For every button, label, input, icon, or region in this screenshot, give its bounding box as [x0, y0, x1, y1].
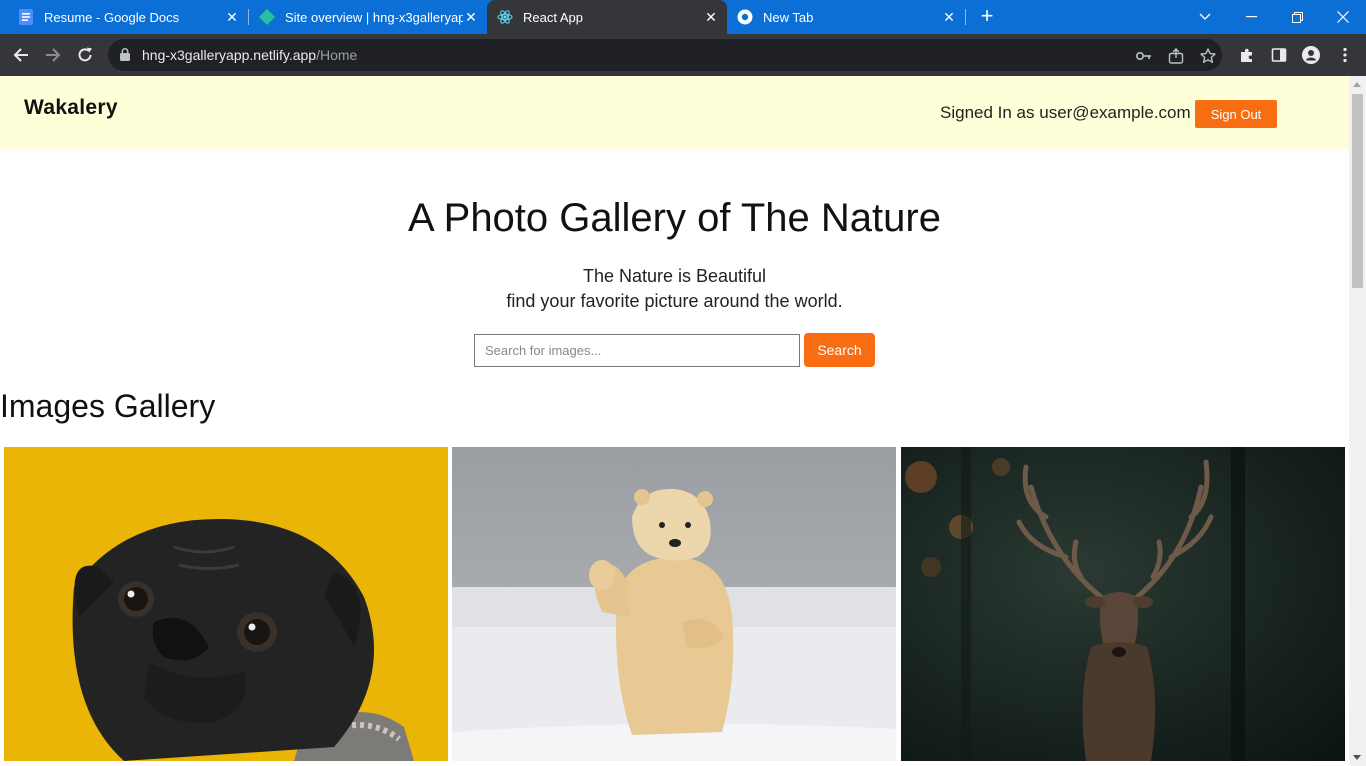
profile-avatar-icon[interactable]	[1302, 46, 1320, 64]
address-bar[interactable]: hng-x3galleryapp.netlify.app/Home	[108, 39, 1222, 71]
extensions-puzzle-icon[interactable]	[1238, 46, 1256, 64]
restore-icon[interactable]	[1274, 0, 1320, 34]
tab-resume-google-docs[interactable]: Resume - Google Docs ✕	[0, 0, 248, 34]
tab-divider	[965, 9, 966, 25]
close-tab-icon[interactable]: ✕	[941, 9, 957, 25]
gallery-image-deer[interactable]	[901, 447, 1345, 761]
close-tab-icon[interactable]: ✕	[703, 9, 719, 25]
tab-site-overview[interactable]: Site overview | hng-x3galleryapp ✕	[249, 0, 487, 34]
signed-in-text: Signed In as user@example.com	[940, 103, 1191, 122]
gallery-image-polar-bear[interactable]	[452, 447, 896, 761]
close-tab-icon[interactable]: ✕	[224, 9, 240, 25]
netlify-icon	[259, 9, 275, 25]
url-text: hng-x3galleryapp.netlify.app/Home	[142, 47, 357, 63]
close-tab-icon[interactable]: ✕	[463, 9, 479, 25]
url-path: /Home	[316, 47, 358, 63]
search-button[interactable]: Search	[804, 333, 875, 367]
tab-strip: Resume - Google Docs ✕ Site overview | h…	[0, 0, 1366, 34]
search-input[interactable]	[474, 334, 800, 367]
bookmark-star-icon[interactable]	[1199, 47, 1217, 65]
hero-title: A Photo Gallery of The Nature	[408, 196, 941, 240]
browser-toolbar: hng-x3galleryapp.netlify.app/Home	[0, 34, 1366, 76]
brand-logo[interactable]: Wakalery	[24, 96, 118, 120]
hero-subtitle-line1: The Nature is Beautiful	[582, 266, 767, 286]
google-docs-icon	[18, 9, 34, 25]
tab-title: React App	[523, 9, 583, 25]
chrome-icon	[737, 9, 753, 25]
tab-new-tab[interactable]: New Tab ✕	[727, 0, 965, 34]
scroll-down-arrow-icon[interactable]	[1353, 755, 1361, 760]
sign-out-button[interactable]: Sign Out	[1195, 100, 1277, 128]
tab-react-app[interactable]: React App ✕	[487, 0, 727, 34]
react-icon	[497, 9, 513, 25]
tab-search-chevron-icon[interactable]	[1182, 0, 1228, 34]
minimize-icon[interactable]	[1228, 0, 1274, 34]
tab-title: Resume - Google Docs	[44, 9, 180, 25]
side-panel-icon[interactable]	[1270, 46, 1288, 64]
reload-icon[interactable]	[72, 42, 98, 68]
page-scrollbar[interactable]	[1349, 76, 1366, 766]
close-window-icon[interactable]	[1320, 0, 1366, 34]
gallery-title: Images Gallery	[0, 388, 216, 424]
back-arrow-icon[interactable]	[8, 42, 34, 68]
scrollbar-thumb[interactable]	[1352, 94, 1363, 288]
site-header: Wakalery Signed In as user@example.com S…	[0, 76, 1349, 149]
forward-arrow-icon[interactable]	[40, 42, 66, 68]
new-tab-plus-icon[interactable]: +	[976, 5, 998, 27]
tab-title: New Tab	[763, 9, 814, 25]
lock-icon[interactable]	[120, 48, 130, 66]
url-host: hng-x3galleryapp.netlify.app	[142, 47, 317, 63]
share-icon[interactable]	[1167, 47, 1185, 65]
hero-subtitle-line2: find your favorite picture around the wo…	[506, 291, 843, 311]
key-icon[interactable]	[1135, 47, 1153, 65]
page-viewport: Wakalery Signed In as user@example.com S…	[0, 76, 1349, 766]
more-menu-icon[interactable]	[1336, 46, 1354, 64]
gallery-image-pug[interactable]	[4, 447, 448, 761]
scroll-up-arrow-icon[interactable]	[1353, 82, 1361, 87]
tab-title: Site overview | hng-x3galleryapp	[285, 9, 463, 25]
